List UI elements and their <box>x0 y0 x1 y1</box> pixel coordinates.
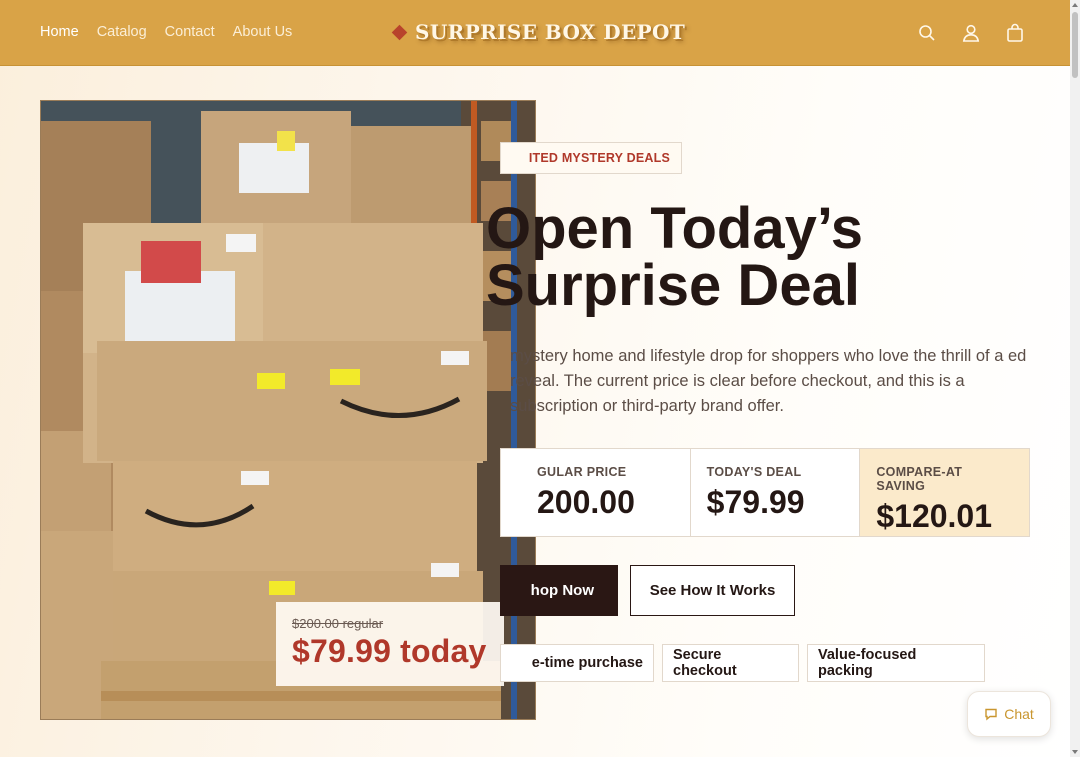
page: Home Catalog Contact About Us SURPRISE B… <box>0 0 1080 757</box>
feature-chip-value-packing: Value-focused packing <box>807 644 985 682</box>
feature-chip-secure-checkout: Secure checkout <box>662 644 799 682</box>
page-title: Open Today’s Surprise Deal <box>486 200 1046 315</box>
price-box-label: COMPARE-AT SAVING <box>876 465 963 493</box>
brand-logo[interactable]: SURPRISE BOX DEPOT <box>391 16 686 48</box>
regular-price-label: $200.00 regular <box>292 616 384 631</box>
price-summary: GULAR PRICE 200.00 TODAY'S DEAL $79.99 C… <box>500 448 1030 537</box>
title-line-2: Surprise Deal <box>486 253 860 318</box>
scrollbar-thumb[interactable] <box>1072 12 1078 78</box>
account-icon[interactable] <box>960 22 982 44</box>
cart-icon[interactable] <box>1004 22 1026 44</box>
hero-price-card: $200.00 regular $79.99 today <box>276 602 504 686</box>
today-price-label: $79.99 today <box>292 633 487 669</box>
deal-badge: ITED MYSTERY DEALS <box>500 142 682 174</box>
chat-button[interactable]: Chat <box>967 691 1051 737</box>
diamond-icon <box>391 24 408 40</box>
regular-price-box: GULAR PRICE 200.00 <box>501 449 690 536</box>
see-how-it-works-button[interactable]: See How It Works <box>630 565 795 616</box>
price-box-value: $120.01 <box>876 498 993 534</box>
chat-bubble-icon <box>985 708 997 721</box>
shop-now-button[interactable]: hop Now <box>500 565 618 616</box>
saving-box: COMPARE-AT SAVING $120.01 <box>859 449 1030 536</box>
scroll-down-arrow[interactable] <box>1072 750 1078 754</box>
scroll-up-arrow[interactable] <box>1072 3 1078 7</box>
nav-catalog-link[interactable]: Catalog <box>97 24 147 40</box>
hero-product-image: $200.00 regular $79.99 today <box>40 100 536 720</box>
nav-home-link[interactable]: Home <box>40 24 79 40</box>
brand-name: SURPRISE BOX DEPOT <box>415 20 686 44</box>
price-box-value: 200.00 <box>537 484 635 520</box>
chat-label: Chat <box>1004 706 1034 722</box>
header-actions <box>916 22 1026 44</box>
price-box-label: TODAY'S DEAL <box>706 465 802 479</box>
page-scrollbar[interactable] <box>1070 0 1080 757</box>
search-icon[interactable] <box>916 22 938 44</box>
nav-contact-link[interactable]: Contact <box>165 24 215 40</box>
price-box-value: $79.99 <box>706 484 805 520</box>
todays-deal-box: TODAY'S DEAL $79.99 <box>689 449 860 536</box>
nav-about-link[interactable]: About Us <box>233 24 293 40</box>
hero-description: mystery home and lifestyle drop for shop… <box>510 347 1027 415</box>
main-nav: Home Catalog Contact About Us <box>40 24 292 40</box>
feature-chip-one-time: e-time purchase <box>500 644 654 682</box>
price-box-label: GULAR PRICE <box>537 465 627 479</box>
title-line-1: Open Today’s <box>486 196 864 261</box>
site-header: Home Catalog Contact About Us SURPRISE B… <box>0 0 1070 66</box>
